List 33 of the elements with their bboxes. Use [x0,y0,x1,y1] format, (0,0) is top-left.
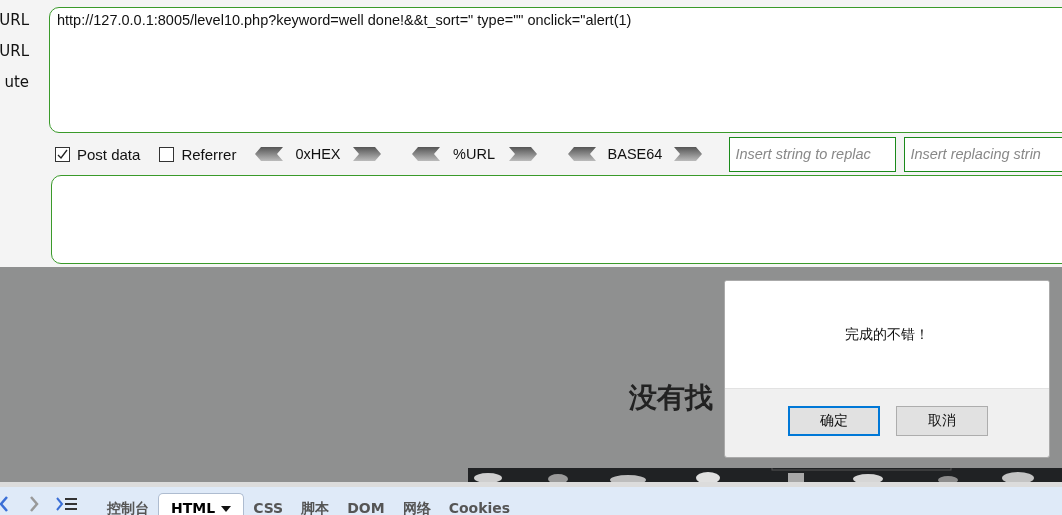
checkbox-label: Post data [77,145,141,163]
console-icon[interactable] [56,497,78,511]
checkbox[interactable] [159,146,175,162]
devtools-tab[interactable]: 控制台 [98,493,158,515]
devtools-tab[interactable]: 网络 [393,493,440,515]
menu-label[interactable]: URL [0,9,29,31]
devtools-tab[interactable]: Cookies [439,493,520,515]
dialog-button[interactable]: 取消 [896,406,988,436]
left-chevron-icon[interactable] [411,147,440,161]
back-icon[interactable] [0,495,8,513]
encoding-label: BASE64 [607,145,663,164]
menu-label[interactable]: URL [0,40,29,62]
post-data-field[interactable] [51,175,1062,264]
dialog-button[interactable]: 确定 [788,406,880,436]
encoding-label: %URL [452,145,496,164]
right-chevron-icon[interactable] [674,147,703,161]
url-field[interactable]: http://127.0.0.1:8005/level10.php?keyword=well done!&&t_sort=" type="" onclick="alert(1) [49,7,1062,133]
replace-field[interactable]: Insert replacing strin [904,136,1062,172]
left-chevron-icon[interactable] [255,147,284,161]
checkbox[interactable] [55,146,70,162]
replace-field[interactable]: Insert string to replac [729,136,897,172]
right-chevron-icon[interactable] [352,147,381,161]
devtools-tab[interactable]: CSS [244,493,293,515]
devtools-tab[interactable]: HTML [158,493,245,515]
checkbox-label: Referrer [181,145,237,163]
devtools-tab[interactable]: 脚本 [292,493,339,515]
dialog-message: 完成的不错！ [845,325,929,344]
encoding-label: 0xHEX [295,145,341,164]
page-subheading: 没有找 [629,380,713,416]
left-chevron-icon[interactable] [567,147,596,161]
right-chevron-icon[interactable] [508,147,537,161]
menu-label[interactable]: ute [4,71,29,93]
devtools-tab[interactable]: DOM [338,493,394,515]
